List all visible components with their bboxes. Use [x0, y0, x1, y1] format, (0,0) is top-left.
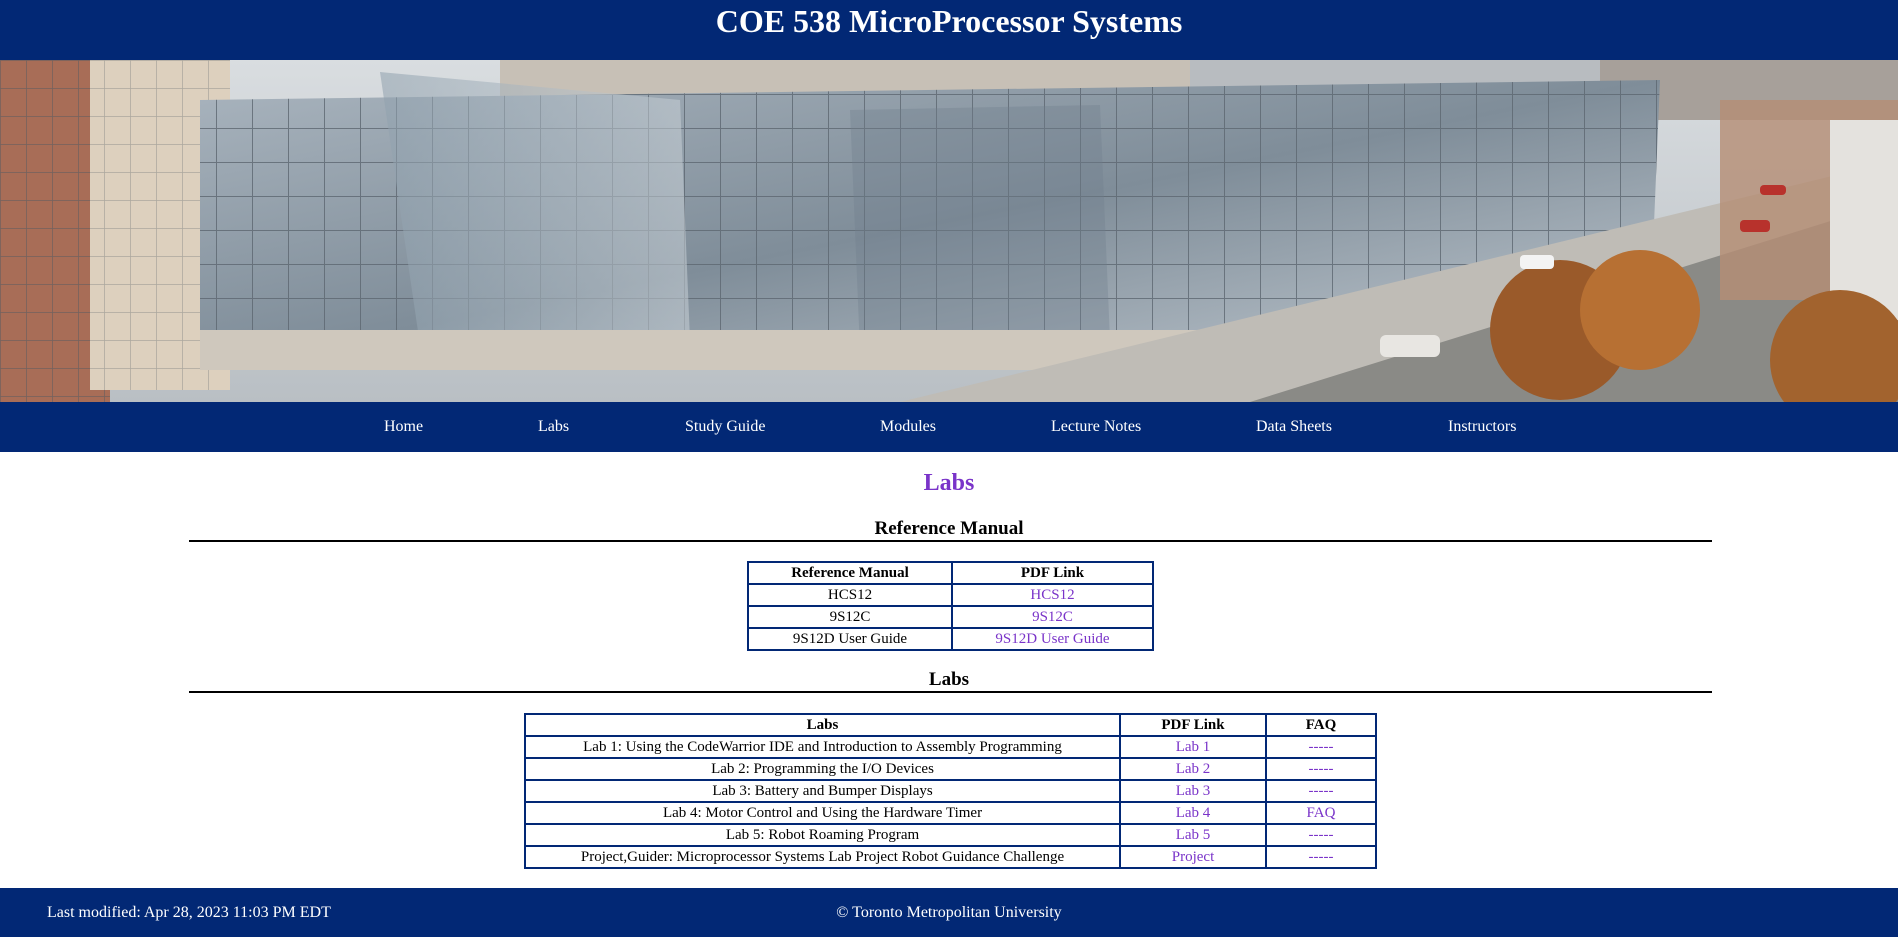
- section-divider: [189, 540, 1712, 542]
- site-title: COE 538 MicroProcessor Systems: [715, 3, 1183, 39]
- nav-item-lecture-notes[interactable]: Lecture Notes: [1051, 402, 1141, 452]
- lab-name: Lab 4: Motor Control and Using the Hardw…: [524, 801, 1121, 825]
- column-header: PDF Link: [951, 561, 1154, 585]
- nav-item-labs[interactable]: Labs: [538, 402, 569, 452]
- pdf-link-lab-5[interactable]: Lab 5: [1176, 827, 1211, 843]
- table-row: Lab 5: Robot Roaming Program Lab 5 -----: [524, 823, 1377, 847]
- table-header-row: Labs PDF Link FAQ: [524, 713, 1377, 737]
- section-divider: [189, 691, 1712, 693]
- labs-heading: Labs: [928, 669, 970, 690]
- reference-name: 9S12C: [747, 605, 953, 629]
- table-row: HCS12 HCS12: [747, 583, 1154, 607]
- reference-manual-table: Reference Manual PDF Link HCS12 HCS12 9S…: [747, 561, 1154, 651]
- nav-item-study-guide[interactable]: Study Guide: [685, 402, 765, 452]
- table-row: Project,Guider: Microprocessor Systems L…: [524, 845, 1377, 869]
- table-row: Lab 2: Programming the I/O Devices Lab 2…: [524, 757, 1377, 781]
- lab-name: Project,Guider: Microprocessor Systems L…: [524, 845, 1121, 869]
- table-row: Lab 4: Motor Control and Using the Hardw…: [524, 801, 1377, 825]
- nav-item-modules[interactable]: Modules: [880, 402, 936, 452]
- nav-item-data-sheets[interactable]: Data Sheets: [1256, 402, 1332, 452]
- faq-link-lab-2[interactable]: -----: [1309, 761, 1334, 777]
- table-row: 9S12C 9S12C: [747, 605, 1154, 629]
- main-navigation: Home Labs Study Guide Modules Lecture No…: [0, 402, 1898, 452]
- faq-link-lab-3[interactable]: -----: [1309, 783, 1334, 799]
- pdf-link-9s12c[interactable]: 9S12C: [1032, 609, 1073, 625]
- reference-name: 9S12D User Guide: [747, 627, 953, 651]
- table-row: Lab 1: Using the CodeWarrior IDE and Int…: [524, 735, 1377, 759]
- faq-link-lab-4[interactable]: FAQ: [1307, 805, 1336, 821]
- reference-name: HCS12: [747, 583, 953, 607]
- faq-link-lab-5[interactable]: -----: [1309, 827, 1334, 843]
- pdf-link-lab-1[interactable]: Lab 1: [1176, 739, 1211, 755]
- lab-name: Lab 5: Robot Roaming Program: [524, 823, 1121, 847]
- nav-item-home[interactable]: Home: [384, 402, 423, 452]
- faq-link-project[interactable]: -----: [1309, 849, 1334, 865]
- lab-name: Lab 1: Using the CodeWarrior IDE and Int…: [524, 735, 1121, 759]
- pdf-link-lab-3[interactable]: Lab 3: [1176, 783, 1211, 799]
- page-title: Labs: [923, 470, 975, 496]
- pdf-link-project[interactable]: Project: [1172, 849, 1215, 865]
- banner-image: [0, 60, 1898, 402]
- labs-table: Labs PDF Link FAQ Lab 1: Using the CodeW…: [524, 713, 1377, 869]
- column-header: Labs: [524, 713, 1121, 737]
- pdf-link-9s12d-user-guide[interactable]: 9S12D User Guide: [995, 631, 1109, 647]
- site-footer: Last modified: Apr 28, 2023 11:03 PM EDT…: [0, 888, 1898, 937]
- site-header: COE 538 MicroProcessor Systems: [0, 0, 1898, 60]
- pdf-link-lab-2[interactable]: Lab 2: [1176, 761, 1211, 777]
- column-header: Reference Manual: [747, 561, 953, 585]
- column-header: PDF Link: [1119, 713, 1267, 737]
- reference-manual-heading: Reference Manual: [874, 518, 1024, 539]
- building-photo: [0, 60, 1898, 402]
- pdf-link-lab-4[interactable]: Lab 4: [1176, 805, 1211, 821]
- lab-name: Lab 2: Programming the I/O Devices: [524, 757, 1121, 781]
- column-header: FAQ: [1265, 713, 1377, 737]
- nav-item-instructors[interactable]: Instructors: [1448, 402, 1516, 452]
- table-row: 9S12D User Guide 9S12D User Guide: [747, 627, 1154, 651]
- faq-link-lab-1[interactable]: -----: [1309, 739, 1334, 755]
- lab-name: Lab 3: Battery and Bumper Displays: [524, 779, 1121, 803]
- table-row: Lab 3: Battery and Bumper Displays Lab 3…: [524, 779, 1377, 803]
- pdf-link-hcs12[interactable]: HCS12: [1030, 587, 1074, 603]
- table-header-row: Reference Manual PDF Link: [747, 561, 1154, 585]
- copyright-text: © Toronto Metropolitan University: [836, 904, 1062, 921]
